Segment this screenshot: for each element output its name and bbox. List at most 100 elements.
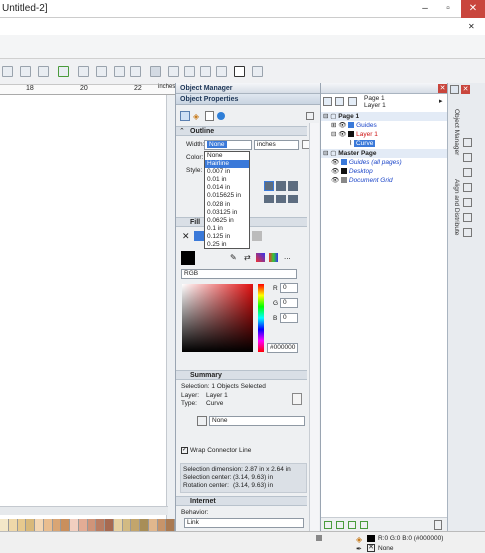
extend-icon[interactable] <box>130 66 141 77</box>
internet-section-header[interactable]: Internet <box>176 496 307 506</box>
node-symmetric-icon[interactable] <box>200 66 211 77</box>
width-option[interactable]: Hairline <box>205 160 249 169</box>
fill-tab-icon[interactable]: ◈ <box>193 112 199 121</box>
new-odd-layer-icon[interactable] <box>360 521 368 529</box>
tree-guides[interactable]: ⊞ 👁 Guides <box>321 121 447 130</box>
docker-close-icon[interactable]: ✕ <box>461 85 470 94</box>
tree-guides-all[interactable]: 👁 Guides (all pages) <box>321 158 447 167</box>
hue-slider[interactable] <box>258 284 264 352</box>
g-input[interactable]: 0 <box>280 298 298 308</box>
internet-tab-icon[interactable] <box>217 112 225 120</box>
tree-page-1[interactable]: ⊟ ▢ Page 1 <box>321 112 447 121</box>
r-input[interactable]: 0 <box>280 283 298 293</box>
color-palettes-icon[interactable] <box>269 253 278 262</box>
color-palette[interactable] <box>0 519 175 531</box>
show-properties-icon[interactable] <box>323 97 332 106</box>
width-option[interactable]: 0.01 in <box>205 176 249 184</box>
color-viewer-icon[interactable] <box>256 253 265 262</box>
text-tab-icon[interactable] <box>205 111 214 121</box>
new-page-layer-icon[interactable] <box>348 521 356 529</box>
width-option[interactable]: 0.03125 in <box>205 209 249 217</box>
stretch-icon[interactable] <box>252 66 263 77</box>
width-option[interactable]: 0.125 in <box>205 233 249 241</box>
tree-grid[interactable]: 👁 Document Grid <box>321 176 447 185</box>
extract-icon[interactable] <box>234 66 245 77</box>
align-icon[interactable] <box>150 66 161 77</box>
color-model-select[interactable]: RGB <box>181 269 297 279</box>
tool-icon-1[interactable] <box>463 138 472 147</box>
width-option[interactable]: None <box>205 152 249 160</box>
new-layer-icon[interactable] <box>324 521 332 529</box>
collapse-icon[interactable]: ⌃ <box>179 127 185 135</box>
width-option[interactable]: 0.015625 in <box>205 192 249 200</box>
width-option[interactable]: 0.25 in <box>205 241 249 249</box>
add-node-icon[interactable] <box>58 66 69 77</box>
tree-curve[interactable]: ⌇ Curve <box>321 139 447 148</box>
cap-extend-icon[interactable] <box>288 195 298 203</box>
no-fill-icon[interactable]: ✕ <box>182 231 190 242</box>
doc-close-icon[interactable]: ✕ <box>468 22 475 31</box>
panel-scrollbar[interactable] <box>309 123 319 531</box>
mirror-icon[interactable] <box>20 66 31 77</box>
node-smooth-icon[interactable] <box>184 66 195 77</box>
corner-miter-icon[interactable] <box>264 181 274 191</box>
vertical-scrollbar[interactable] <box>166 95 175 520</box>
dropdown-arrow-icon[interactable] <box>316 535 322 541</box>
delete-icon[interactable] <box>434 520 442 530</box>
behavior-select[interactable]: Link <box>184 518 304 528</box>
edit-across-layers-icon[interactable] <box>335 97 344 106</box>
lock-icon[interactable] <box>292 393 302 405</box>
tree-desktop[interactable]: 👁 Desktop <box>321 167 447 176</box>
close-button[interactable]: ✕ <box>461 0 485 18</box>
color-picker-field[interactable] <box>182 284 253 352</box>
join-icon[interactable] <box>114 66 125 77</box>
outline-units-select[interactable]: inches <box>254 140 299 150</box>
horizontal-scrollbar[interactable] <box>0 506 168 515</box>
width-option[interactable]: 0.1 in <box>205 225 249 233</box>
width-option[interactable]: 0.028 in <box>205 201 249 209</box>
panel-menu-icon[interactable] <box>306 112 314 120</box>
pattern-fill-icon[interactable] <box>252 231 262 241</box>
uniform-fill-icon[interactable] <box>194 231 204 241</box>
tool-icon-6[interactable] <box>463 213 472 222</box>
eyedropper-icon[interactable]: ✎ <box>230 253 237 262</box>
color-sliders-icon[interactable]: ⇄ <box>244 253 251 262</box>
corner-bevel-icon[interactable] <box>288 181 298 191</box>
maximize-button[interactable]: ▫ <box>438 0 458 18</box>
tree-layer-1[interactable]: ⊟ 👁 Layer 1 <box>321 130 447 139</box>
tool-icon-5[interactable] <box>463 198 472 207</box>
tool-icon-3[interactable] <box>463 168 472 177</box>
object-manager-tab[interactable]: Object Manager <box>453 109 460 155</box>
summary-section-header[interactable]: Summary <box>176 370 307 380</box>
tool-icon-2[interactable] <box>463 153 472 162</box>
new-master-layer-icon[interactable] <box>336 521 344 529</box>
b-input[interactable]: 0 <box>280 313 298 323</box>
flyout-arrow-icon[interactable]: ▸ <box>439 97 443 105</box>
break-icon[interactable] <box>96 66 107 77</box>
reverse-icon[interactable] <box>216 66 227 77</box>
width-option[interactable]: 0.014 in <box>205 184 249 192</box>
minimize-button[interactable]: – <box>415 0 435 18</box>
docker-min-icon[interactable] <box>450 85 459 94</box>
outline-width-dropdown[interactable]: None Hairline 0.007 in 0.01 in 0.014 in … <box>204 151 250 249</box>
transform-icon[interactable] <box>2 66 13 77</box>
outline-width-select[interactable]: None <box>204 140 252 150</box>
layer-manager-icon[interactable] <box>348 97 357 106</box>
width-option[interactable]: 0.0625 in <box>205 217 249 225</box>
outline-tab-icon[interactable] <box>180 111 190 121</box>
panel-close-icon[interactable]: ✕ <box>438 84 447 93</box>
corner-round-icon[interactable] <box>276 181 286 191</box>
copy-icon[interactable] <box>38 66 49 77</box>
wrap-text-select[interactable]: None <box>209 416 305 426</box>
cap-round-icon[interactable] <box>276 195 286 203</box>
tool-icon-4[interactable] <box>463 183 472 192</box>
wrap-connector-checkbox[interactable]: ✓ <box>181 447 188 454</box>
more-options-button[interactable]: ... <box>284 252 291 261</box>
hex-input[interactable]: #000000 <box>267 343 298 353</box>
cap-square-icon[interactable] <box>264 195 274 203</box>
page-icon[interactable] <box>78 66 89 77</box>
outline-section-header[interactable]: Outline <box>176 126 307 136</box>
align-distribute-tab[interactable]: Align and Distribute <box>453 179 460 235</box>
drawing-canvas[interactable] <box>0 95 168 520</box>
width-option[interactable]: 0.007 in <box>205 168 249 176</box>
